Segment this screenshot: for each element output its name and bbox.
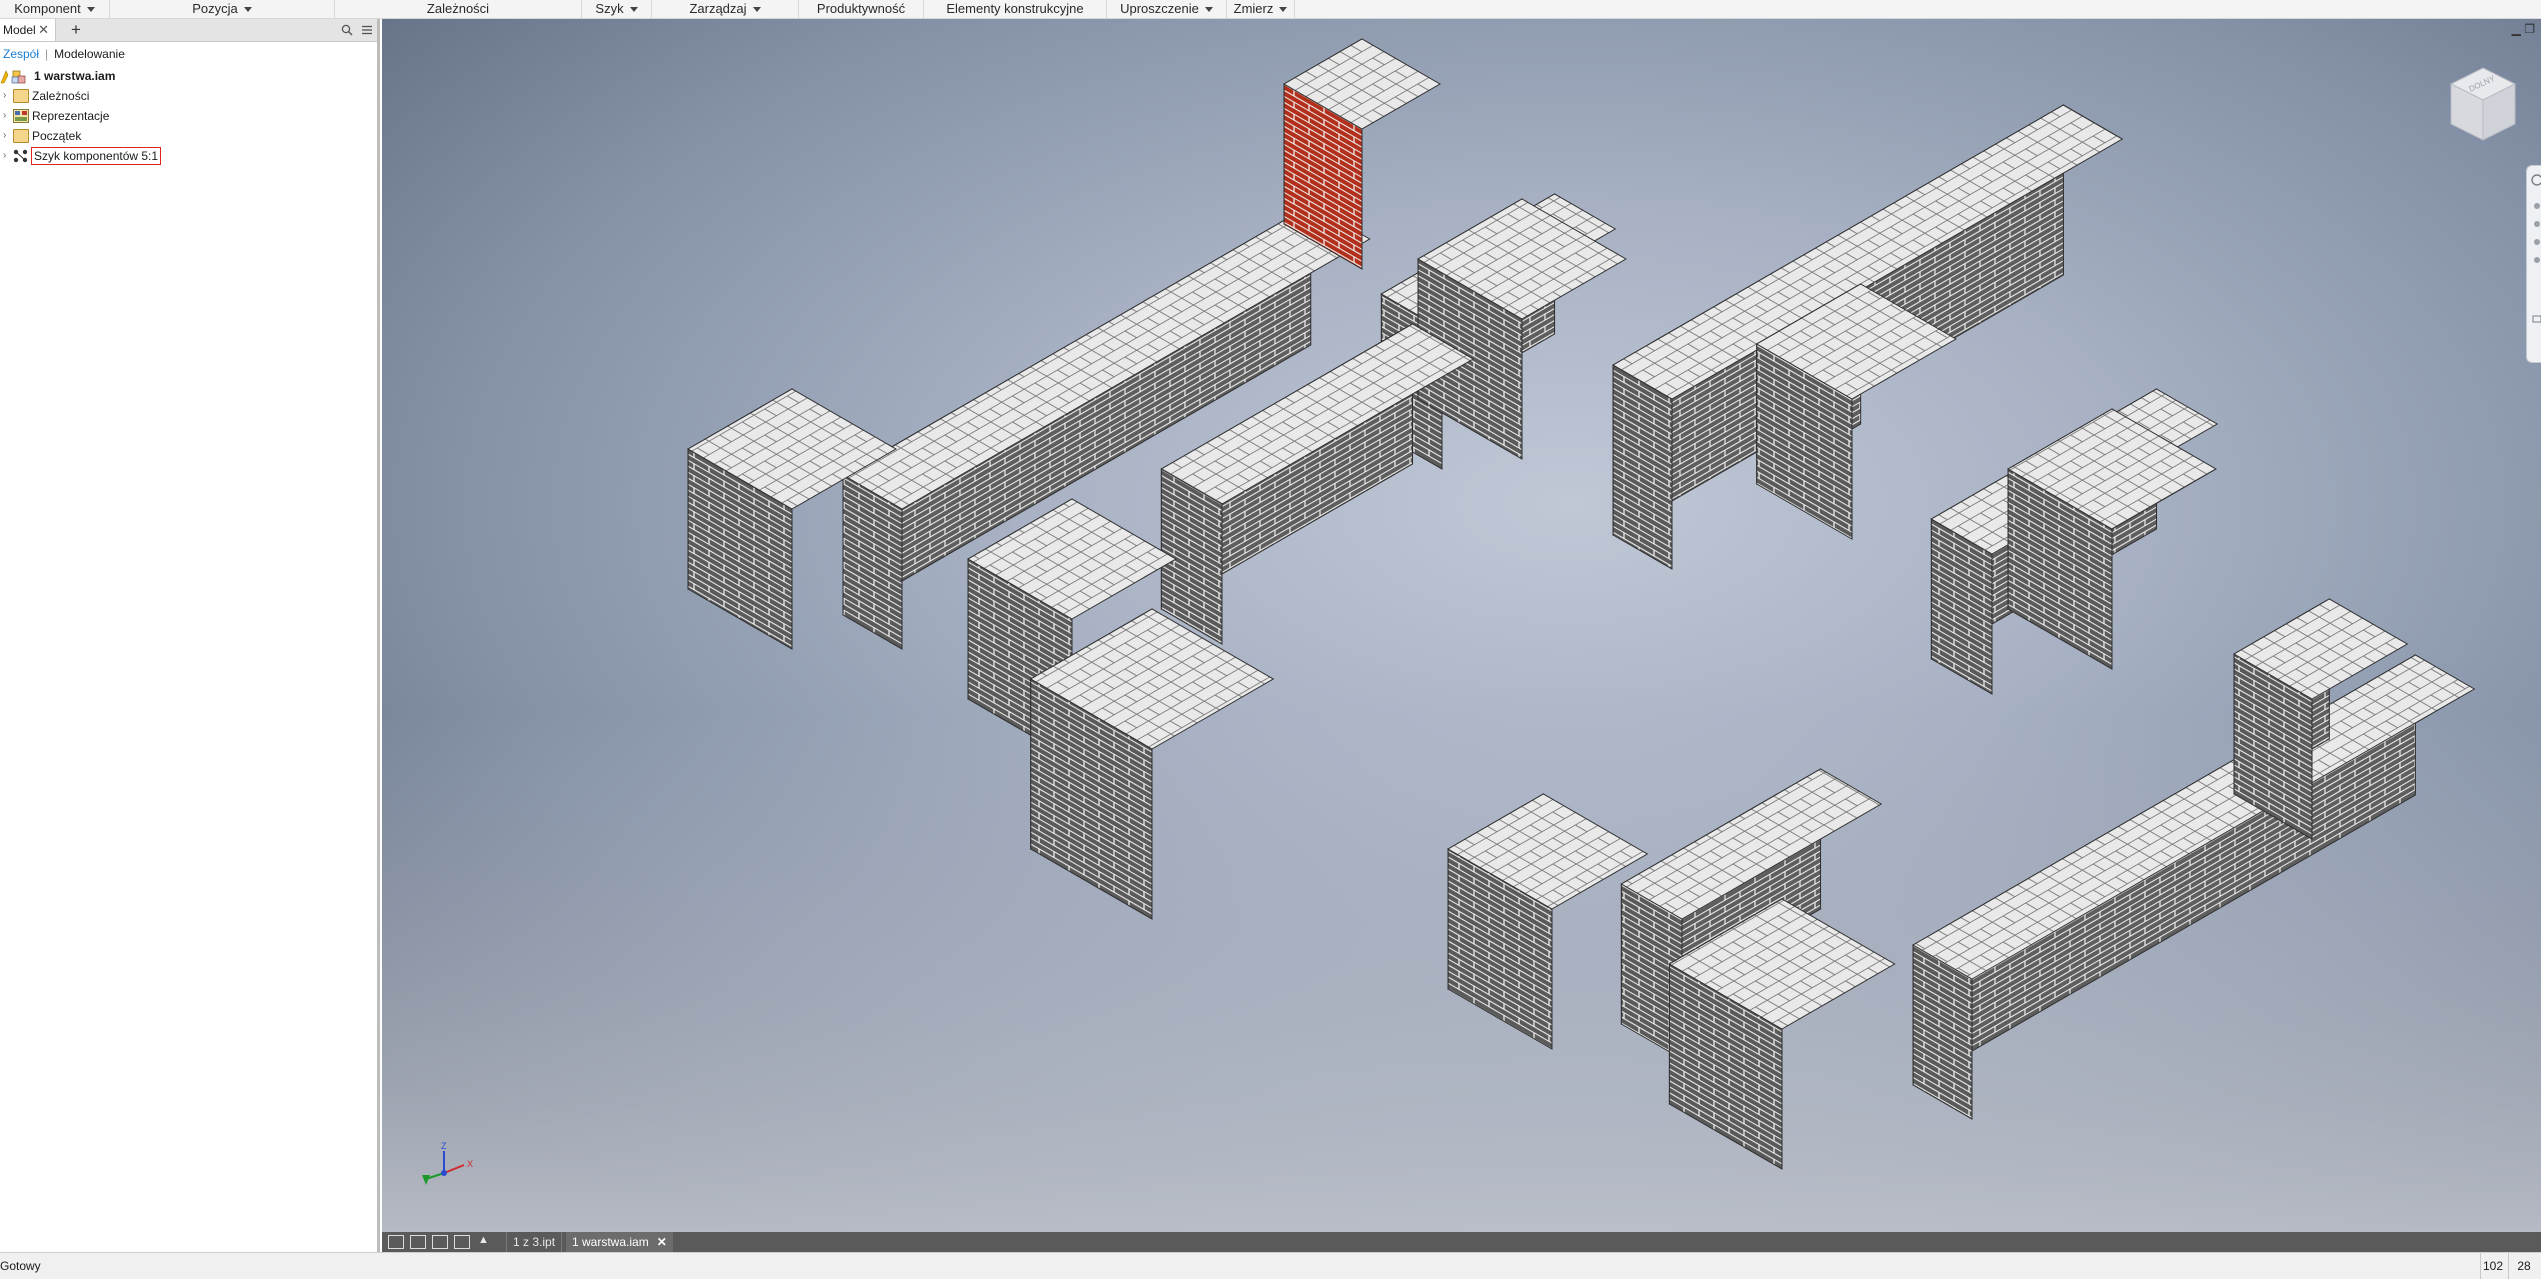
minimize-icon[interactable]: ▁	[2512, 22, 2521, 36]
wall-group	[687, 38, 2476, 1170]
chevron-down-icon	[1204, 7, 1213, 13]
ribbon-panel-elementy-konstrukcyjne[interactable]: Elementy konstrukcyjne	[924, 0, 1107, 18]
tree-item-label: Szyk komponentów 5:1	[30, 147, 162, 165]
status-text: Gotowy	[0, 1259, 41, 1273]
navbar-options-icon[interactable]	[2532, 315, 2541, 323]
status-bar: Gotowy 102 28	[0, 1252, 2541, 1279]
svg-text:Z: Z	[441, 1141, 447, 1151]
brick-wall-top	[1912, 654, 2476, 980]
document-tab-label: 1 z 3.ipt	[513, 1235, 556, 1249]
ribbon-panel-label: Produktywność	[816, 1, 906, 16]
zoom-icon[interactable]	[2534, 221, 2540, 227]
representations-icon	[13, 109, 29, 123]
mode-modelowanie[interactable]: Modelowanie	[54, 47, 125, 61]
close-icon[interactable]: ✕	[38, 19, 49, 41]
brick-wall-model[interactable]	[382, 19, 2541, 1232]
tree-item-label: Zależności	[32, 89, 90, 103]
ribbon-panel-label: Zmierz	[1233, 1, 1274, 16]
orbit-icon[interactable]	[2534, 239, 2540, 245]
tab-model[interactable]: Model ✕	[0, 19, 56, 41]
ribbon-panel-label: Uproszczenie	[1120, 1, 1199, 16]
ribbon-panel-label: Zarządzaj	[689, 1, 747, 16]
ribbon-panel-komponent[interactable]: Komponent	[0, 0, 110, 18]
svg-text:X: X	[467, 1159, 473, 1169]
status-document-count: 28	[2508, 1253, 2539, 1279]
viewcube[interactable]: DOLNY	[2445, 64, 2521, 146]
chevron-down-icon	[243, 7, 252, 13]
close-icon[interactable]: ✕	[657, 1235, 667, 1249]
mode-separator: |	[45, 47, 49, 61]
expand-arrow-icon[interactable]: ›	[3, 106, 6, 126]
chevron-down-icon	[752, 7, 761, 13]
ribbon-panel-szyk[interactable]: Szyk	[582, 0, 652, 18]
ribbon-panel-label: Pozycja	[192, 1, 238, 16]
hamburger-menu-icon[interactable]	[358, 19, 376, 41]
expand-arrow-icon[interactable]: ›	[3, 86, 6, 106]
tile-horizontal-icon[interactable]	[432, 1235, 448, 1249]
tab-list-arrow-icon[interactable]: ▲	[478, 1234, 489, 1246]
document-tab[interactable]: 1 z 3.ipt	[506, 1232, 563, 1252]
ribbon-panel-label: Komponent	[14, 1, 81, 16]
add-browser-tab-button[interactable]: +	[64, 19, 88, 41]
look-at-icon[interactable]	[2534, 257, 2540, 263]
cascade-windows-icon[interactable]	[388, 1235, 404, 1249]
tree-item-zaleznosci[interactable]: › Zależności	[0, 86, 377, 106]
ribbon-panel-label: Zależności	[426, 1, 490, 16]
assembly-icon	[0, 69, 26, 84]
document-tab-active[interactable]: 1 warstwa.iam ✕	[566, 1232, 673, 1252]
search-icon[interactable]	[338, 19, 356, 41]
mode-zespol[interactable]: Zespół	[3, 47, 39, 61]
chevron-down-icon	[1279, 7, 1288, 13]
tree-item-poczatek[interactable]: › Początek	[0, 126, 377, 146]
tile-vertical-icon[interactable]	[454, 1235, 470, 1249]
steering-wheel-icon[interactable]	[2531, 174, 2541, 186]
brick-wall-end	[1612, 364, 1673, 570]
chevron-down-icon	[86, 7, 95, 13]
chevron-down-icon	[629, 7, 638, 13]
tree-root-label: 1 warstwa.iam	[34, 69, 116, 83]
ribbon-panel-bar: Komponent Pozycja Zależności Szyk Zarząd…	[0, 0, 2541, 19]
ribbon-panel-uproszczenie[interactable]: Uproszczenie	[1107, 0, 1227, 18]
browser-tab-bar: Model ✕ +	[0, 19, 377, 42]
document-tab-bar: ▲ 1 z 3.ipt 1 warstwa.iam ✕	[382, 1232, 2541, 1252]
ribbon-panel-zmierz[interactable]: Zmierz	[1227, 0, 1295, 18]
ribbon-panel-label: Elementy konstrukcyjne	[946, 1, 1084, 16]
coordinate-triad-icon: Z X	[422, 1141, 473, 1185]
ribbon-panel-zarzadzaj[interactable]: Zarządzaj	[652, 0, 799, 18]
tile-windows-icon[interactable]	[410, 1235, 426, 1249]
ribbon-panel-produktywnosc[interactable]: Produktywność	[799, 0, 924, 18]
tree-item-label: Początek	[32, 129, 82, 143]
component-pattern-icon	[13, 149, 29, 163]
tab-model-label: Model	[3, 23, 36, 37]
graphics-viewport[interactable]: ▁ ❐ DOLNY Z X	[382, 19, 2541, 1232]
model-browser: Model ✕ + Zespół | Modelowanie 1 warstwa.i…	[0, 19, 380, 1252]
restore-icon[interactable]: ❐	[2524, 22, 2535, 36]
navigation-bar[interactable]	[2526, 165, 2541, 363]
status-occurrence-count: 102	[2480, 1253, 2505, 1279]
tree-root-assembly[interactable]: 1 warstwa.iam	[0, 66, 377, 86]
folder-icon	[13, 89, 29, 103]
ribbon-panel-pozycja[interactable]: Pozycja	[110, 0, 335, 18]
browser-mode-switch: Zespół | Modelowanie	[0, 42, 377, 66]
ribbon-panel-label: Szyk	[595, 1, 624, 16]
pan-icon[interactable]	[2534, 203, 2540, 209]
browser-tree: 1 warstwa.iam › Zależności › Reprezentac…	[0, 66, 377, 166]
tree-item-label: Reprezentacje	[32, 109, 110, 123]
document-tab-label: 1 warstwa.iam	[572, 1235, 649, 1249]
folder-icon	[13, 129, 29, 143]
expand-arrow-icon[interactable]: ›	[3, 126, 6, 146]
tree-item-reprezentacje[interactable]: › Reprezentacje	[0, 106, 377, 126]
viewport-window-controls: ▁ ❐	[2512, 22, 2535, 36]
tree-item-szyk-komponentow[interactable]: › Szyk komponentów 5:1	[0, 146, 377, 166]
ribbon-panel-zaleznosci[interactable]: Zależności	[335, 0, 582, 18]
expand-arrow-icon[interactable]: ›	[3, 146, 6, 166]
